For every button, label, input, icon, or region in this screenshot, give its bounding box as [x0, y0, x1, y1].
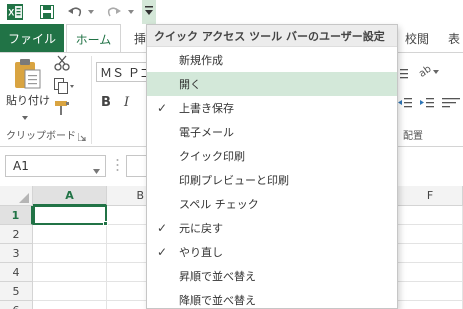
decrease-indent-icon[interactable]: [398, 97, 412, 112]
menu-item-email[interactable]: 電子メール: [147, 120, 397, 144]
cell[interactable]: [398, 282, 463, 301]
paste-icon[interactable]: [12, 58, 46, 90]
cell[interactable]: [398, 263, 463, 282]
menu-item-label: 元に戻す: [179, 222, 223, 235]
cell[interactable]: [33, 225, 107, 244]
redo-icon[interactable]: [105, 2, 123, 22]
menu-item-label: スペル チェック: [179, 198, 259, 211]
tab-review[interactable]: 校閲: [405, 24, 429, 52]
cell[interactable]: [107, 206, 147, 225]
svg-text:X: X: [8, 8, 14, 18]
column-header-f[interactable]: F: [398, 186, 463, 206]
select-all-corner[interactable]: [0, 186, 33, 206]
orientation-icon[interactable]: ab: [417, 62, 442, 83]
menu-title: クイック アクセス ツール バーのユーザー設定: [147, 25, 397, 47]
cut-icon[interactable]: [54, 55, 70, 71]
svg-text:ab: ab: [418, 64, 434, 80]
bold-button[interactable]: B: [101, 95, 111, 110]
column-header-a[interactable]: A: [33, 186, 107, 206]
row-header-4[interactable]: 4: [0, 263, 33, 282]
menu-item-label: 電子メール: [179, 126, 234, 139]
check-icon: ✓: [156, 221, 168, 235]
menu-item-save[interactable]: ✓ 上書き保存: [147, 96, 397, 120]
menu-item-undo[interactable]: ✓ 元に戻す: [147, 216, 397, 240]
wrap-text-icon[interactable]: [442, 97, 460, 112]
menu-item-spell-check[interactable]: スペル チェック: [147, 192, 397, 216]
menu-item-label: 印刷プレビューと印刷: [179, 174, 289, 187]
tab-home[interactable]: ホーム: [66, 24, 121, 53]
italic-button[interactable]: I: [124, 95, 129, 110]
fill-handle[interactable]: [103, 221, 108, 226]
name-box-dropdown-icon[interactable]: [93, 164, 100, 177]
menu-item-label: クイック印刷: [179, 150, 245, 163]
row-header-3[interactable]: 3: [0, 244, 33, 263]
formula-bar-grip-icon: [116, 158, 119, 175]
cell[interactable]: [107, 301, 147, 309]
group-separator: [91, 56, 92, 144]
menu-item-open[interactable]: 開く: [147, 72, 397, 96]
active-cell-a1[interactable]: [33, 205, 107, 225]
cell[interactable]: [398, 244, 463, 263]
menu-item-label: やり直し: [179, 246, 223, 259]
menu-item-new[interactable]: 新規作成: [147, 48, 397, 72]
menu-item-label: 開く: [179, 78, 201, 91]
menu-item-label: 新規作成: [179, 54, 223, 67]
tab-file[interactable]: ファイル: [0, 24, 64, 52]
menu-item-print-preview[interactable]: 印刷プレビューと印刷: [147, 168, 397, 192]
save-icon[interactable]: [38, 2, 56, 22]
format-painter-icon[interactable]: [54, 100, 72, 116]
check-icon: ✓: [156, 101, 168, 115]
menu-item-label: 昇順で並べ替え: [179, 270, 256, 283]
cell[interactable]: [33, 244, 107, 263]
tab-insert[interactable]: 挿: [134, 24, 146, 52]
cell[interactable]: [107, 225, 147, 244]
customize-qat-button[interactable]: [142, 0, 156, 24]
cell[interactable]: [107, 263, 147, 282]
undo-dropdown-icon[interactable]: [86, 2, 96, 22]
row-header-1[interactable]: 1: [0, 206, 33, 225]
clipboard-group-label: クリップボード: [6, 131, 76, 142]
menu-item-sort-descending[interactable]: 降順で並べ替え: [147, 288, 397, 309]
row-header-5[interactable]: 5: [0, 282, 33, 301]
menu-item-label: 降順で並べ替え: [179, 294, 256, 307]
cell[interactable]: [33, 301, 107, 309]
menu-item-redo[interactable]: ✓ やり直し: [147, 240, 397, 264]
name-box[interactable]: A1: [5, 155, 106, 177]
align-lines-icon[interactable]: [400, 68, 408, 83]
cell[interactable]: [33, 282, 107, 301]
paste-dropdown-icon[interactable]: [22, 110, 28, 123]
check-icon: ✓: [156, 245, 168, 259]
customize-qat-icon: [145, 6, 153, 15]
cell[interactable]: [33, 263, 107, 282]
redo-dropdown-icon[interactable]: [126, 2, 136, 22]
clipboard-dialog-launcher-icon[interactable]: [77, 131, 86, 144]
increase-indent-icon[interactable]: [420, 97, 434, 112]
menu-item-label: 上書き保存: [179, 102, 234, 115]
alignment-group-label: 配置: [403, 131, 423, 142]
row-header-2[interactable]: 2: [0, 225, 33, 244]
menu-item-quick-print[interactable]: クイック印刷: [147, 144, 397, 168]
name-box-value: A1: [13, 159, 29, 173]
customize-qat-menu: クイック アクセス ツール バーのユーザー設定 新規作成 開く ✓ 上書き保存 …: [146, 24, 398, 309]
cell[interactable]: [107, 244, 147, 263]
cell[interactable]: [398, 206, 463, 225]
cell[interactable]: [398, 225, 463, 244]
cell[interactable]: [107, 282, 147, 301]
cell[interactable]: [398, 301, 463, 309]
menu-item-sort-ascending[interactable]: 昇順で並べ替え: [147, 264, 397, 288]
row-header-6[interactable]: 6: [0, 301, 33, 309]
column-header-b[interactable]: B: [107, 186, 147, 206]
tab-view[interactable]: 表: [448, 24, 460, 52]
quick-access-toolbar: X: [0, 0, 463, 24]
excel-logo-icon: X: [6, 2, 24, 22]
undo-icon[interactable]: [66, 2, 84, 22]
paste-label[interactable]: 貼り付け: [6, 92, 50, 108]
formula-input[interactable]: [126, 155, 146, 177]
copy-icon[interactable]: [54, 78, 76, 94]
font-name-box[interactable]: ＭＳ Ｐゴ: [96, 62, 148, 82]
